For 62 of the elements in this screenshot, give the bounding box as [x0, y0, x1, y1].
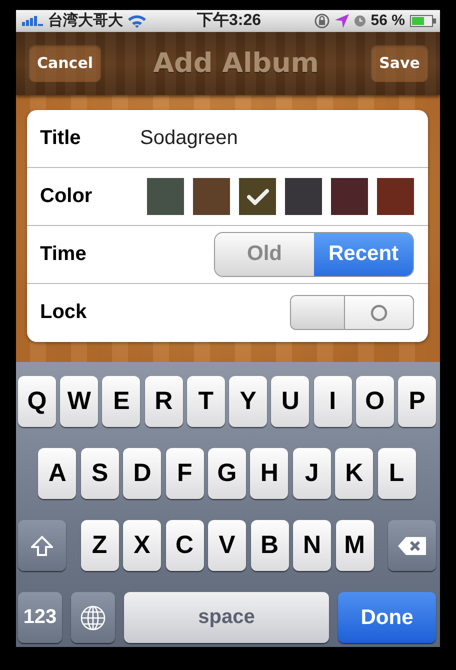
letter-key[interactable]: G — [208, 448, 246, 499]
color-swatch[interactable] — [331, 178, 368, 215]
letter-key[interactable]: L — [378, 448, 416, 499]
letter-key[interactable]: K — [335, 448, 374, 499]
letter-key[interactable]: H — [250, 448, 288, 499]
letter-key[interactable]: X — [123, 520, 161, 571]
delete-key[interactable] — [388, 520, 436, 571]
letter-key[interactable]: S — [80, 448, 119, 499]
color-swatch[interactable] — [193, 178, 230, 215]
shift-arrow-icon — [31, 534, 53, 556]
letter-key[interactable]: Z — [80, 520, 118, 571]
location-arrow-icon — [334, 14, 349, 28]
segment-option[interactable]: Recent — [314, 232, 413, 276]
battery-icon — [410, 14, 436, 27]
screen-title: Add Album — [153, 48, 319, 79]
color-swatch[interactable] — [377, 178, 414, 215]
alarm-clock-icon — [354, 14, 366, 27]
letter-key[interactable]: C — [166, 520, 204, 571]
field-label: Lock — [40, 301, 88, 324]
save-button[interactable]: Save — [371, 44, 428, 82]
battery-percentage: 56 % — [370, 12, 405, 30]
letter-key[interactable]: B — [250, 520, 288, 571]
letter-key[interactable]: R — [144, 376, 183, 427]
shift-key[interactable] — [18, 520, 66, 571]
numbers-key[interactable]: 123 — [18, 592, 62, 643]
color-swatch[interactable] — [147, 178, 184, 215]
letter-key[interactable]: U — [271, 376, 310, 427]
letter-key[interactable]: W — [60, 376, 98, 427]
letter-key[interactable]: P — [398, 376, 436, 427]
signal-icon — [22, 16, 44, 26]
rotation-lock-icon — [314, 12, 330, 29]
color-swatch[interactable] — [285, 178, 322, 215]
letter-key[interactable]: N — [293, 520, 331, 571]
letter-key[interactable]: M — [336, 520, 374, 571]
space-bar[interactable]: space — [124, 592, 329, 643]
wifi-icon — [127, 14, 147, 28]
letter-key[interactable]: T — [186, 376, 225, 427]
clock-time: 下午3:26 — [196, 10, 262, 32]
letter-key[interactable]: Y — [229, 376, 268, 427]
checkmark-icon — [246, 188, 268, 205]
globe-key[interactable] — [71, 592, 115, 643]
backspace-icon — [397, 536, 427, 556]
cancel-button[interactable]: Cancel — [29, 44, 102, 82]
letter-key[interactable]: J — [292, 448, 331, 499]
globe-icon — [80, 604, 106, 630]
lock-switch[interactable] — [290, 295, 414, 330]
letter-key[interactable]: A — [38, 448, 76, 499]
carrier-name: 台湾大哥大 — [48, 11, 123, 30]
off-circle-icon — [370, 304, 388, 322]
done-button[interactable]: Done — [338, 592, 436, 643]
title-input[interactable]: Sodagreen — [140, 126, 238, 150]
letter-key[interactable]: V — [208, 520, 246, 571]
letter-key[interactable]: E — [102, 376, 140, 427]
letter-key[interactable]: D — [123, 448, 162, 499]
field-label: Time — [40, 242, 88, 266]
field-label: Color — [40, 184, 94, 208]
letter-key[interactable]: Q — [18, 376, 56, 427]
color-swatch[interactable] — [239, 178, 276, 215]
letter-key[interactable]: F — [166, 448, 204, 499]
letter-key[interactable]: I — [314, 376, 352, 427]
field-label: Title — [40, 126, 82, 150]
letter-key[interactable]: O — [356, 376, 394, 427]
